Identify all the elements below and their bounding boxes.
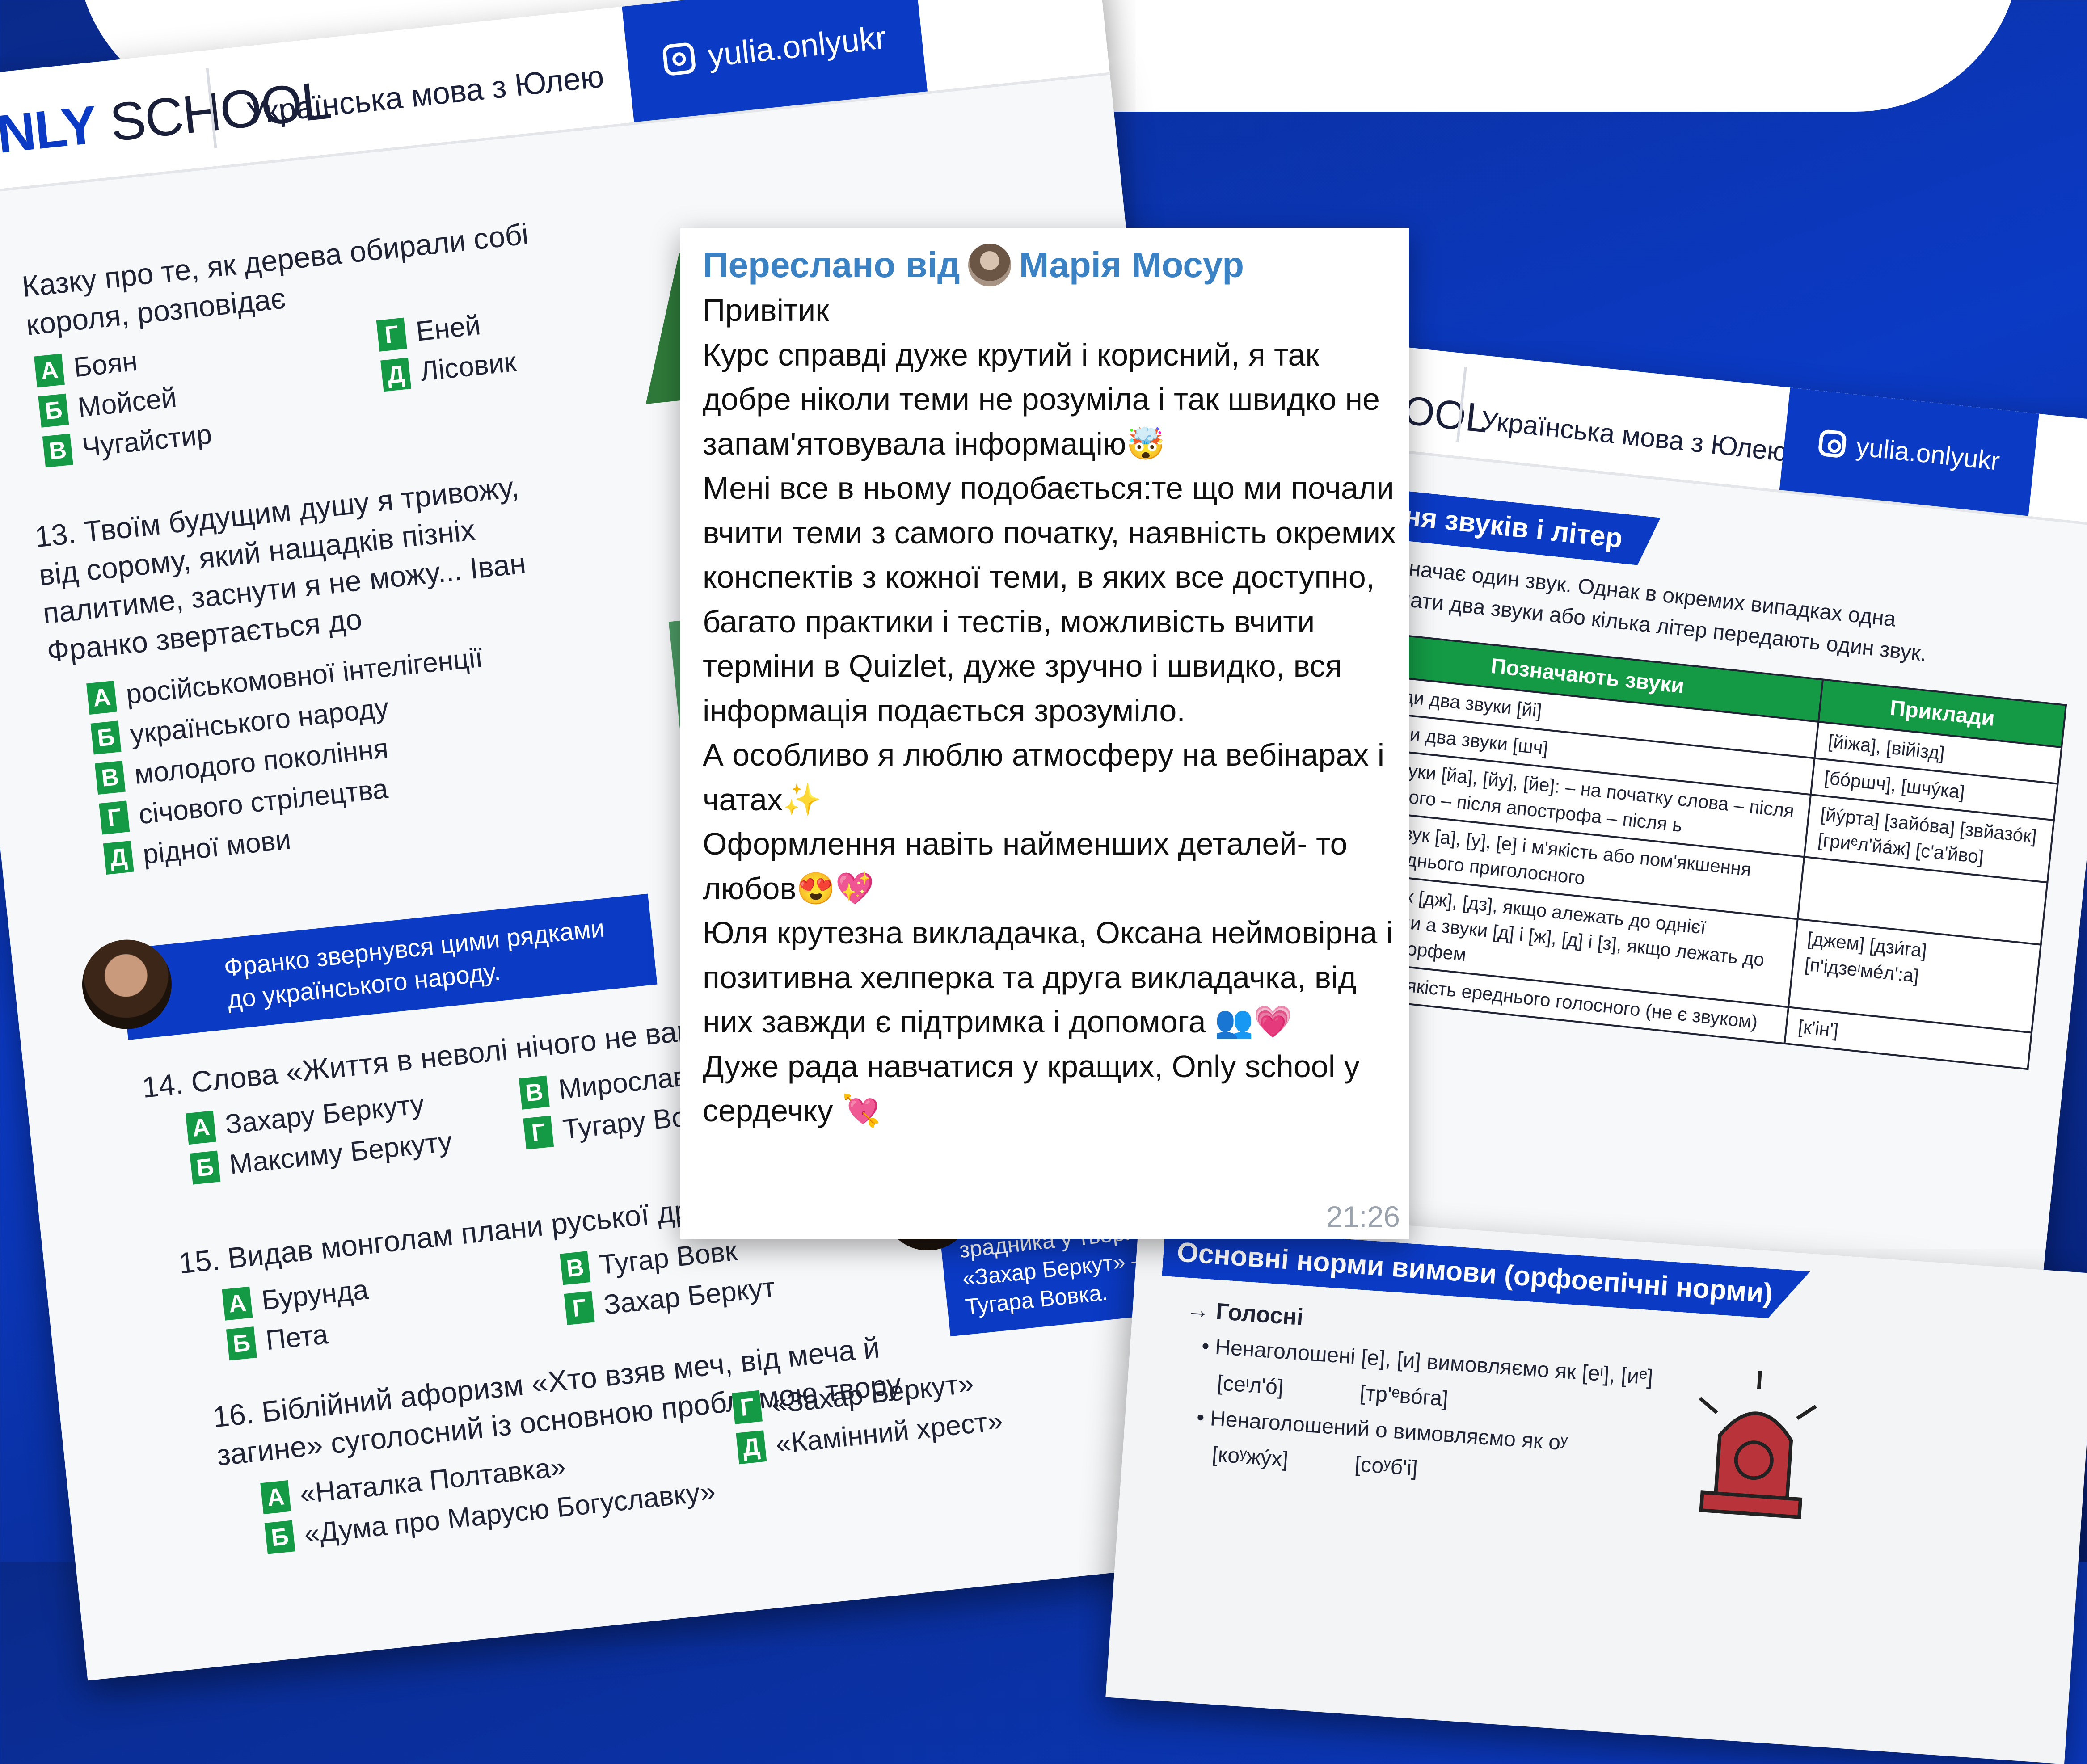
forwarded-message-bubble[interactable]: Переслано від Марія Мосур Привітик Курс …: [680, 228, 1409, 1239]
instagram-badge: yulia.onlyukr: [622, 0, 928, 122]
instagram-icon: [1817, 429, 1847, 459]
example-2a: [коʸжýх]: [1211, 1442, 1289, 1472]
q15-option-a: А Бурунда: [222, 1274, 370, 1321]
forwarded-header[interactable]: Переслано від Марія Мосур: [703, 244, 1244, 286]
bottom-worksheet-page: Основні норми вимови (орфоепічні норми) …: [1105, 1207, 2087, 1764]
sender-avatar[interactable]: [968, 244, 1011, 286]
forwarded-sender-name[interactable]: Марія Мосур: [1019, 244, 1244, 286]
message-text: Привітик Курс справді дуже крутий і кори…: [703, 293, 1396, 1128]
question-13-text: 13. Твоїм будущим душу я тривожу, від со…: [33, 470, 527, 668]
q12-option-b: Б Мойсей: [38, 382, 178, 428]
q15-option-b: Б Пета: [226, 1318, 329, 1360]
instagram-handle: yulia.onlyukr: [706, 19, 888, 74]
right-header-title: Українська мова з Юлею: [1480, 405, 1789, 467]
siren-icon: [1699, 1371, 1817, 1519]
left-header-title: Українська мова з Юлею: [245, 59, 606, 131]
answer-note-1: Франко звернувся цими рядками до українс…: [118, 893, 658, 1040]
example-2b: [соʸб'і]: [1354, 1452, 1419, 1481]
forwarded-label: Переслано від: [703, 245, 960, 285]
q14-option-c: В Мирославі: [519, 1060, 696, 1110]
message-time: 21:26: [1326, 1200, 1400, 1233]
right-instagram-badge: yulia.onlyukr: [1779, 387, 2039, 516]
example-1a: [сеᶦл'ó]: [1216, 1371, 1285, 1400]
q12-option-e: Д Лісовик: [380, 346, 518, 392]
arrow-right-icon: →: [1185, 1296, 1217, 1325]
q12-option-a: А Боян: [34, 345, 139, 388]
right-instagram-handle: yulia.onlyukr: [1855, 432, 2001, 476]
sounds-table: Позначають звуки Приклади завжди два зву…: [1317, 629, 2067, 1070]
q12-option-d: Г Еней: [376, 309, 482, 352]
instagram-icon: [662, 42, 696, 76]
q12-option-c: В Чугайстир: [42, 418, 214, 467]
vowels-heading: → Голосні: [1185, 1296, 1304, 1331]
example-1b: [тр'ᵉвóга]: [1359, 1381, 1449, 1411]
